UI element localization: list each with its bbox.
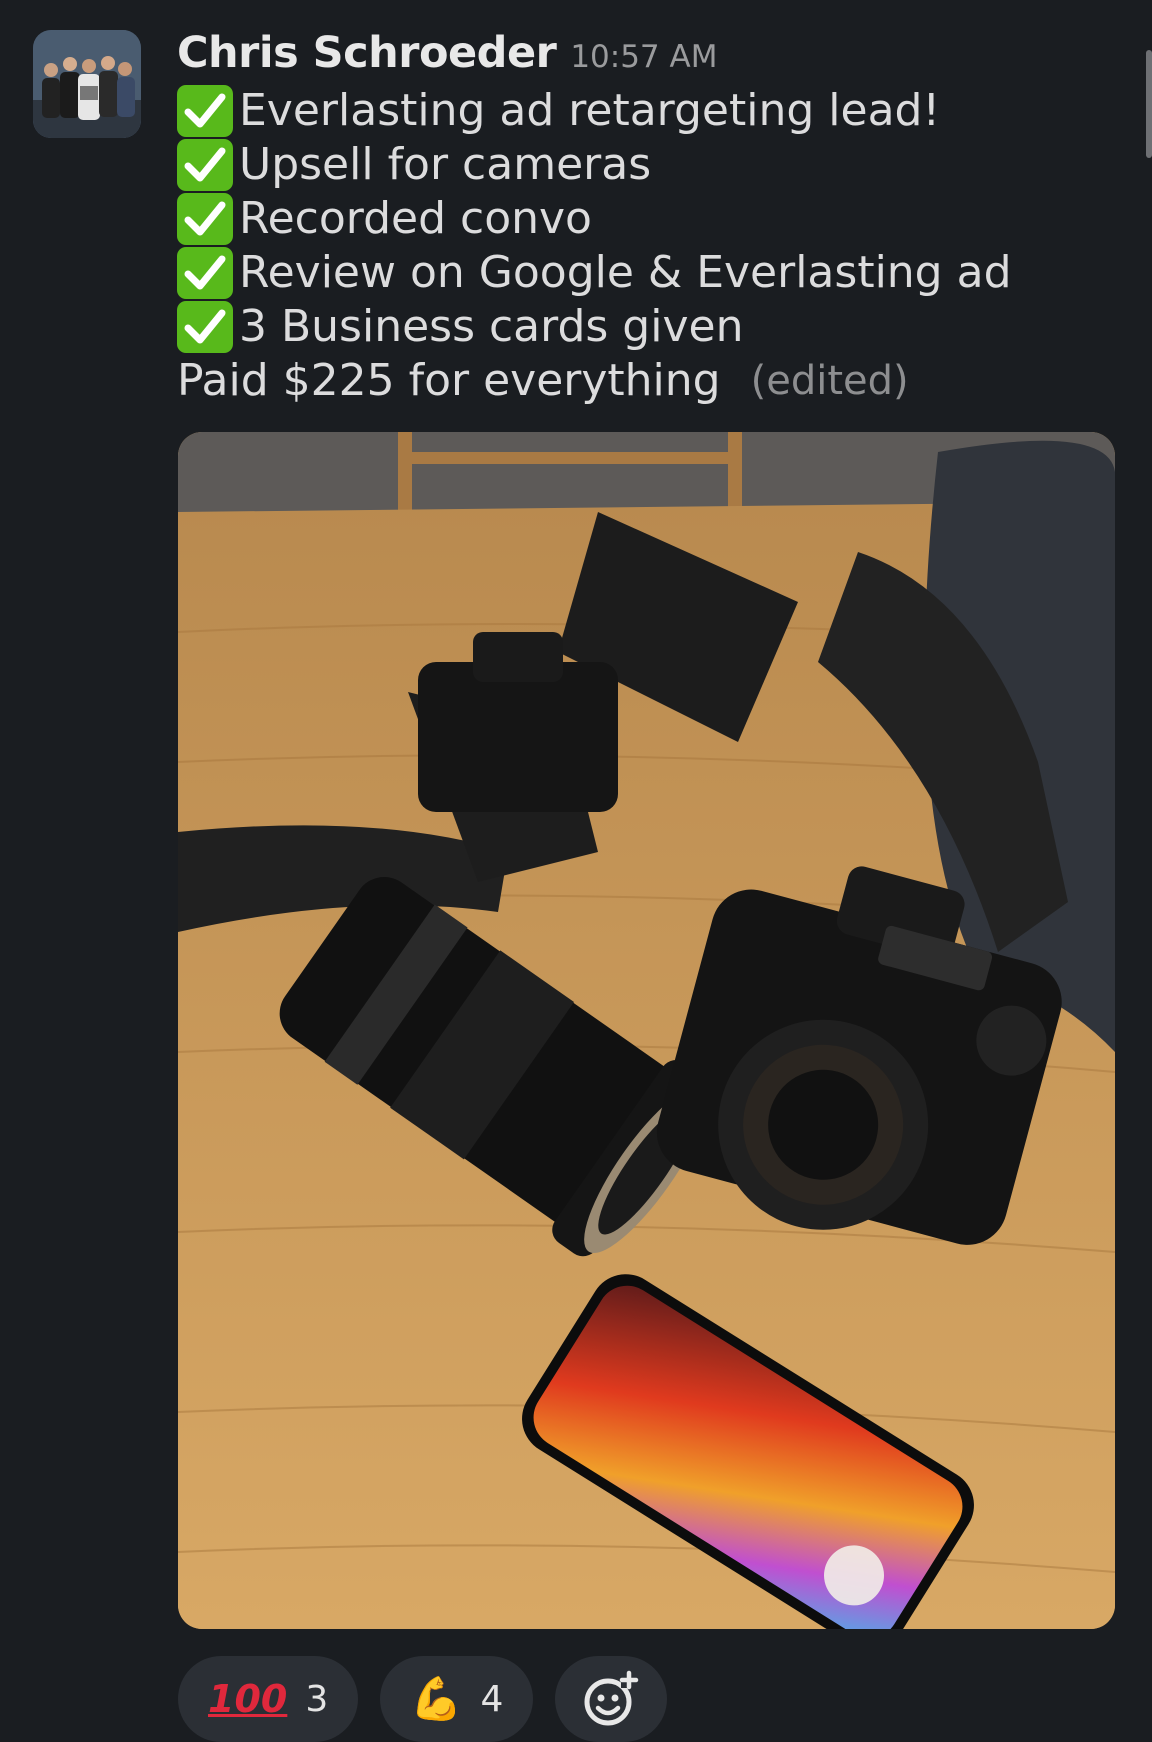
reaction-hundred-points[interactable]: 100 3 <box>178 1656 359 1742</box>
reaction-flexed-biceps[interactable]: 💪 4 <box>380 1656 534 1742</box>
message-line: 3 Business cards given <box>177 300 1097 354</box>
message-line: Paid $225 for everything (edited) <box>177 354 1097 408</box>
attached-photo[interactable] <box>178 432 1115 1629</box>
flexed-biceps-icon: 💪 <box>410 1674 463 1723</box>
message-line: Everlasting ad retargeting lead! <box>177 84 1097 138</box>
photo-image <box>178 432 1115 1629</box>
avatar[interactable] <box>33 30 141 138</box>
message-body: Everlasting ad retargeting lead! Upsell … <box>177 84 1097 408</box>
message-line-text: Paid $225 for everything <box>177 355 721 406</box>
scrollbar[interactable] <box>1146 50 1152 158</box>
check-mark-icon <box>177 85 233 137</box>
message-line: Recorded convo <box>177 192 1097 246</box>
avatar-image <box>33 30 141 138</box>
check-mark-icon <box>177 139 233 191</box>
message-line: Upsell for cameras <box>177 138 1097 192</box>
edited-label: (edited) <box>750 358 909 404</box>
add-reaction-button[interactable] <box>555 1656 668 1742</box>
reaction-count: 4 <box>480 1678 504 1720</box>
check-mark-icon <box>177 301 233 353</box>
reaction-count: 3 <box>305 1678 329 1720</box>
message-line-text: 3 Business cards given <box>239 301 744 352</box>
message-line-text: Recorded convo <box>239 193 592 244</box>
message-line-text: Everlasting ad retargeting lead! <box>239 85 941 136</box>
author-name[interactable]: Chris Schroeder <box>177 28 557 78</box>
message-line-text: Review on Google & Everlasting ad <box>239 247 1012 298</box>
message-line: Review on Google & Everlasting ad <box>177 246 1097 300</box>
message-header: Chris Schroeder 10:57 AM <box>177 28 717 78</box>
check-mark-icon <box>177 193 233 245</box>
check-mark-icon <box>177 247 233 299</box>
add-reaction-icon <box>584 1670 639 1726</box>
message-line-text: Upsell for cameras <box>239 139 652 190</box>
hundred-points-icon: 100 <box>208 1677 288 1721</box>
timestamp[interactable]: 10:57 AM <box>570 39 717 75</box>
reactions-bar: 100 3 💪 4 <box>178 1656 668 1742</box>
